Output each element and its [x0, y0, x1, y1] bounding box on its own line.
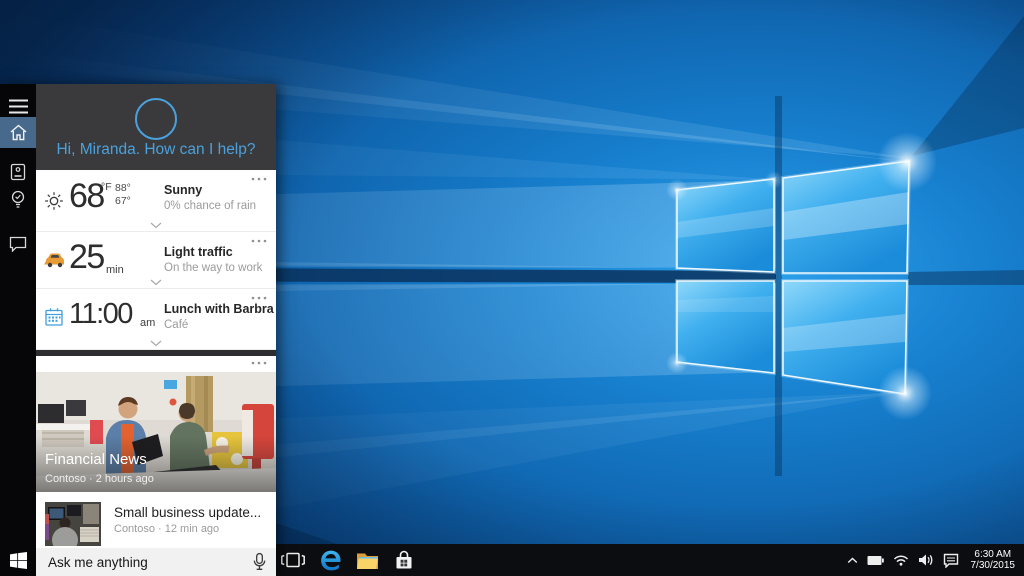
hamburger-menu-icon [8, 99, 28, 113]
cortana-greeting: Hi, Miranda. How can I help? [56, 141, 256, 158]
sidebar-item-reminders[interactable] [0, 186, 36, 214]
task-view-button[interactable] [278, 544, 308, 576]
file-explorer-button[interactable] [352, 544, 382, 576]
weather-hi-lo: 88° 67° [115, 182, 131, 207]
traffic-minutes: 25 [69, 238, 105, 276]
edge-icon [320, 550, 340, 570]
expand-chevron-icon[interactable] [150, 340, 162, 347]
notebook-icon [10, 163, 26, 180]
feedback-icon [9, 236, 27, 252]
weather-detail: 0% chance of rain [164, 200, 257, 212]
start-button[interactable] [0, 544, 36, 576]
weather-unit: °F [101, 181, 112, 193]
sidebar-item-feedback[interactable] [0, 230, 36, 258]
news-headline-meta: Contoso · 2 hours ago [45, 473, 154, 485]
calendar-time: 11:00 [69, 298, 133, 330]
news-hero[interactable]: Financial News Contoso · 2 hours ago [36, 372, 276, 492]
desktop: 6:30 AM 7/30/2015 Hi, Miranda. How can I… [0, 0, 1024, 576]
edge-button[interactable] [315, 544, 345, 576]
news-item-title: Small business update... [114, 505, 262, 520]
tray-expand-icon [847, 557, 857, 563]
traffic-status: Light traffic [164, 245, 233, 259]
sun-icon [45, 192, 63, 210]
weather-temp: 68 [69, 177, 105, 215]
volume-icon [918, 554, 932, 566]
cortana-header: Hi, Miranda. How can I help? [36, 84, 276, 170]
traffic-unit: min [106, 264, 124, 276]
store-icon [396, 550, 412, 569]
microphone-icon[interactable] [252, 552, 267, 572]
store-button[interactable] [389, 544, 419, 576]
news-item-thumbnail [45, 502, 101, 546]
cortana-search-bar [36, 548, 276, 576]
reminders-icon [11, 190, 25, 208]
expand-chevron-icon[interactable] [150, 222, 162, 229]
news-section: Financial News Contoso · 2 hours ago Sma… [36, 356, 276, 548]
calendar-event-location: Café [164, 319, 189, 331]
traffic-card[interactable]: 25 min Light traffic On the way to work [36, 232, 276, 289]
action-center-button[interactable] [943, 553, 959, 568]
calendar-icon [45, 308, 63, 326]
cortana-sidebar [0, 84, 36, 576]
wifi-icon [893, 555, 908, 566]
search-input[interactable] [36, 554, 252, 570]
start-icon [9, 551, 27, 569]
weather-card[interactable]: 68 °F 88° 67° Sunny 0% chance of rain [36, 170, 276, 232]
file-explorer-icon [356, 553, 378, 569]
home-icon [10, 124, 26, 141]
hamburger-menu-button[interactable] [0, 92, 36, 120]
calendar-event-title: Lunch with Barbra [164, 302, 274, 316]
news-headline: Financial News [45, 451, 147, 468]
cortana-ring-icon[interactable] [135, 98, 177, 140]
traffic-detail: On the way to work [164, 262, 263, 274]
system-tray: 6:30 AM 7/30/2015 [847, 544, 1024, 576]
cortana-cards: 68 °F 88° 67° Sunny 0% chance of rain 25… [36, 170, 276, 350]
sidebar-item-notebook[interactable] [0, 158, 36, 186]
battery-icon [867, 555, 884, 565]
news-list-item[interactable]: Small business update... Contoso · 12 mi… [36, 502, 276, 546]
wifi-button[interactable] [893, 554, 909, 566]
calendar-unit: am [140, 317, 156, 329]
more-options-icon[interactable] [251, 177, 267, 181]
more-options-icon[interactable] [251, 239, 267, 243]
car-icon [44, 253, 64, 268]
clock-time: 6:30 AM [974, 548, 1012, 560]
volume-button[interactable] [918, 553, 934, 567]
more-options-icon[interactable] [251, 296, 267, 300]
task-view-icon [281, 552, 305, 568]
action-center-icon [943, 553, 958, 568]
clock-date: 7/30/2015 [970, 560, 1016, 571]
battery-button[interactable] [867, 555, 884, 566]
more-options-icon[interactable] [251, 361, 267, 365]
sidebar-item-home[interactable] [0, 117, 36, 148]
expand-chevron-icon[interactable] [150, 279, 162, 286]
calendar-card[interactable]: 11:00 am Lunch with Barbra Café [36, 289, 276, 350]
weather-condition: Sunny [164, 183, 203, 197]
tray-expand-button[interactable] [847, 557, 858, 564]
cortana-panel: Hi, Miranda. How can I help? 68 °F 88° 6… [0, 84, 276, 576]
news-item-meta: Contoso · 12 min ago [114, 523, 220, 535]
taskbar-clock[interactable]: 6:30 AM 7/30/2015 [968, 549, 1016, 572]
